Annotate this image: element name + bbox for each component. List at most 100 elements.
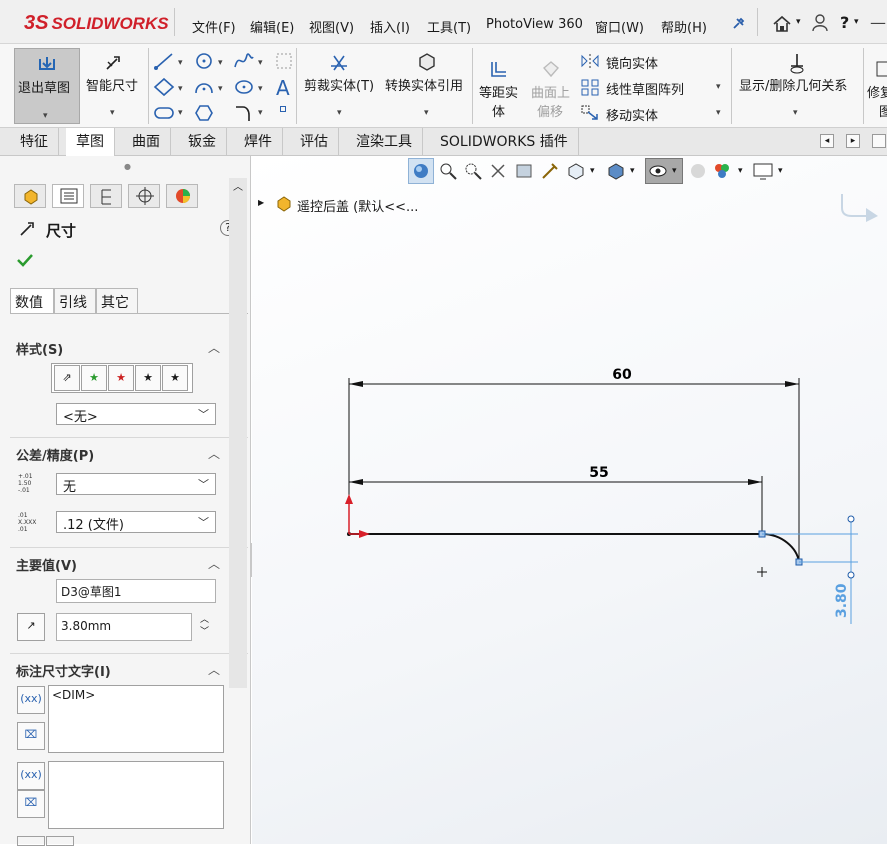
offset-entities-icon[interactable] <box>488 58 510 80</box>
circle-icon[interactable] <box>193 51 215 71</box>
grid-icon[interactable] <box>274 51 294 71</box>
offset-surface-icon[interactable] <box>540 58 562 80</box>
inspection-dimension-icon[interactable]: (xx) <box>17 762 45 790</box>
subtab-value[interactable]: 数值 <box>10 288 54 314</box>
line-icon[interactable] <box>153 51 175 71</box>
menu-photoview[interactable]: PhotoView 360 <box>486 17 583 32</box>
precision-select[interactable]: .12 (文件) ﹀ <box>56 511 216 533</box>
help-icon[interactable]: ? <box>840 13 849 32</box>
dimension-text-section-title[interactable]: 标注尺寸文字(I) <box>16 661 111 680</box>
maximize-icon[interactable] <box>872 134 886 148</box>
menu-bar: 3S SOLIDWORKS 文件(F) 编辑(E) 视图(V) 插入(I) 工具(… <box>0 0 887 44</box>
ellipse-icon[interactable] <box>233 77 255 97</box>
reverse-direction-button[interactable]: ↗ <box>17 613 45 641</box>
feature-manager-tab[interactable] <box>14 184 46 208</box>
subtab-other[interactable]: 其它 <box>96 288 138 314</box>
collapse-right-icon[interactable]: ▸ <box>846 134 860 148</box>
collapse-chevron-icon[interactable]: ︿ <box>208 339 220 356</box>
mirror-icon[interactable] <box>580 52 600 70</box>
tab-weldments[interactable]: 焊件 <box>234 128 283 156</box>
menu-edit[interactable]: 编辑(E) <box>250 17 294 36</box>
load-style-button[interactable]: ★ <box>162 365 188 391</box>
feature-tree-icon <box>24 189 38 205</box>
arc-icon[interactable] <box>193 77 215 97</box>
minimize-icon[interactable]: — <box>870 13 886 32</box>
home-icon[interactable] <box>772 14 792 34</box>
add-style-button[interactable]: ★ <box>81 365 107 391</box>
property-manager-tab[interactable] <box>52 184 84 208</box>
tab-sketch[interactable]: 草图 <box>66 128 115 156</box>
ok-checkmark-icon[interactable] <box>16 252 34 268</box>
collapse-chevron-icon[interactable]: ︿ <box>208 555 220 572</box>
user-icon[interactable] <box>812 14 828 32</box>
move-entities-icon[interactable] <box>580 104 600 122</box>
dimension-text-area[interactable]: <DIM> <box>48 685 224 753</box>
chevron-down-icon: ﹀ <box>198 408 209 421</box>
offset-text-icon[interactable]: ⌧ <box>17 790 45 818</box>
tab-render-tools[interactable]: 渲染工具 <box>346 128 423 156</box>
configuration-manager-tab[interactable] <box>90 184 122 208</box>
tab-features[interactable]: 特征 <box>10 128 59 156</box>
tolerance-type-select[interactable]: 无 ﹀ <box>56 473 216 495</box>
display-delete-relations-button[interactable]: 显示/删除几何关系 <box>739 75 847 94</box>
linear-pattern-button[interactable]: 线性草图阵列 <box>606 79 684 98</box>
smart-dimension-button[interactable]: 智能尺寸 <box>86 75 138 94</box>
command-tabs: 特征 草图 曲面 钣金 焊件 评估 渲染工具 SOLIDWORKS 插件 ◂ ▸ <box>0 128 887 156</box>
solidworks-logo[interactable]: 3S SOLIDWORKS <box>24 12 169 35</box>
save-style-button[interactable]: ★ <box>135 365 161 391</box>
tab-solidworks-addins[interactable]: SOLIDWORKS 插件 <box>430 128 579 156</box>
style-select[interactable]: <无> ﹀ <box>56 403 216 425</box>
panel-grip-icon[interactable]: ● <box>124 162 131 171</box>
menu-help[interactable]: 帮助(H) <box>661 17 707 36</box>
dimxpert-tab[interactable] <box>128 184 160 208</box>
trim-entities-button[interactable]: 剪裁实体(T) <box>304 75 374 94</box>
panel-scrollbar[interactable]: ︿ <box>229 178 247 688</box>
collapse-left-icon[interactable]: ◂ <box>820 134 834 148</box>
mirror-entities-button[interactable]: 镜向实体 <box>606 53 658 72</box>
repair-sketch-button[interactable]: 修复 <box>867 82 887 101</box>
trim-icon[interactable] <box>328 52 350 72</box>
add-parentheses-icon[interactable]: (xx) <box>17 686 45 714</box>
dimension-value-field[interactable]: 3.80mm <box>56 613 192 641</box>
offset-entities-button[interactable]: 等距实 <box>479 82 518 101</box>
text-icon[interactable]: A <box>276 76 290 100</box>
pin-icon[interactable] <box>730 16 746 32</box>
rectangle-icon[interactable] <box>153 77 175 97</box>
tab-evaluate[interactable]: 评估 <box>290 128 339 156</box>
collapse-chevron-icon[interactable]: ︿ <box>208 445 220 462</box>
smart-dimension-icon[interactable] <box>104 54 124 72</box>
dimension-name-field[interactable]: D3@草图1 <box>56 579 216 603</box>
menu-tools[interactable]: 工具(T) <box>427 17 471 36</box>
delete-style-button[interactable]: ★ <box>108 365 134 391</box>
dimension-text-lower-area[interactable] <box>48 761 224 829</box>
primary-value-section-title[interactable]: 主要值(V) <box>16 555 77 574</box>
convert-entities-icon[interactable] <box>416 52 438 72</box>
menu-file[interactable]: 文件(F) <box>192 17 236 36</box>
collapse-chevron-icon[interactable]: ︿ <box>208 661 220 678</box>
spline-icon[interactable] <box>233 51 255 71</box>
offset-surface-button[interactable]: 曲面上 <box>531 82 570 101</box>
tab-surfaces[interactable]: 曲面 <box>122 128 171 156</box>
repair-sketch-icon[interactable] <box>875 60 887 78</box>
display-manager-tab[interactable] <box>166 184 198 208</box>
sketch-drawing[interactable]: 60 55 3.80 <box>252 156 887 844</box>
linear-pattern-icon[interactable] <box>580 78 600 96</box>
style-section-title[interactable]: 样式(S) <box>16 339 63 358</box>
subtab-leader[interactable]: 引线 <box>54 288 96 314</box>
spin-stepper-icon[interactable]: ︿ ﹀ <box>200 614 209 638</box>
display-relations-icon[interactable] <box>786 52 808 74</box>
exit-sketch-button[interactable]: 退出草图 ▾ <box>14 48 80 124</box>
move-entities-button[interactable]: 移动实体 <box>606 105 658 124</box>
convert-entities-button[interactable]: 转换实体引用 <box>385 75 463 94</box>
tolerance-section-title[interactable]: 公差/精度(P) <box>16 445 94 464</box>
scroll-up-icon[interactable]: ︿ <box>233 178 243 193</box>
menu-insert[interactable]: 插入(I) <box>370 17 410 36</box>
polygon-icon[interactable] <box>193 103 215 123</box>
fillet-icon[interactable] <box>233 103 255 123</box>
slot-icon[interactable] <box>153 103 175 123</box>
menu-view[interactable]: 视图(V) <box>309 17 354 36</box>
menu-window[interactable]: 窗口(W) <box>595 17 644 36</box>
center-dimension-icon[interactable]: ⌧ <box>17 722 45 750</box>
tab-sheet-metal[interactable]: 钣金 <box>178 128 227 156</box>
apply-default-style-button[interactable]: ⇗ <box>54 365 80 391</box>
